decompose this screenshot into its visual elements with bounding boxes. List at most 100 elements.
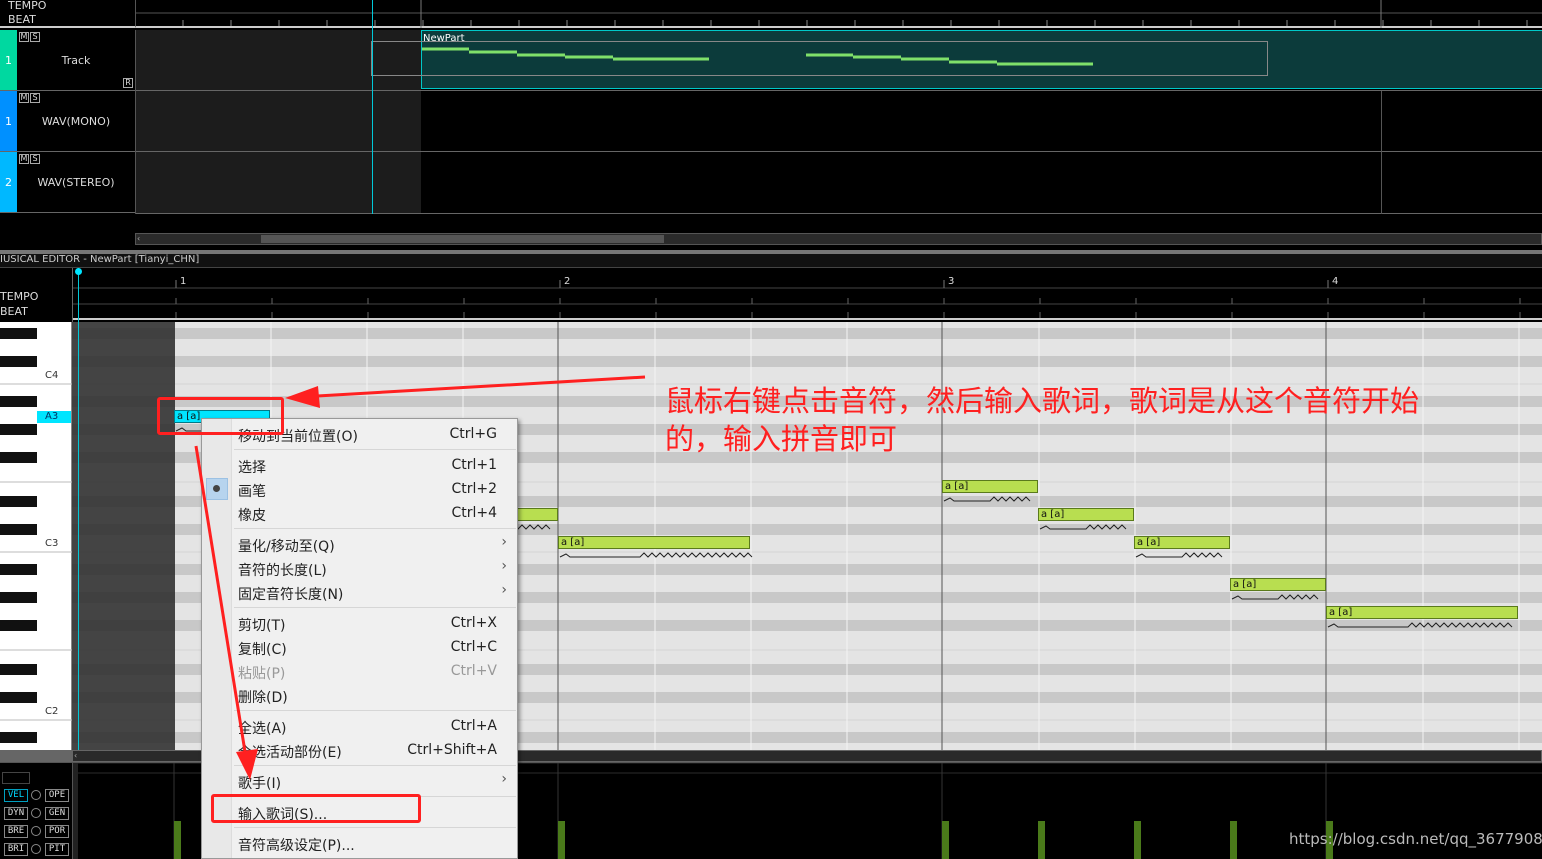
piano-keys [0,328,72,743]
pit-button[interactable]: PIT [45,843,69,856]
editor-beat-label: BEAT [0,305,28,318]
note[interactable]: a [a] [1230,578,1326,591]
key-label-c4: C4 [45,370,59,381]
note[interactable]: a [a] [1134,536,1230,549]
menu-item-pen[interactable]: 画笔 Ctrl+2 [202,477,517,501]
vel-button[interactable]: VEL [4,789,28,802]
menu-separator [234,528,516,529]
menu-item-cut[interactable]: 剪切(T) Ctrl+X [202,611,517,635]
por-button[interactable]: POR [45,825,69,838]
arrange-ruler-ticks [136,0,1542,28]
editor-header-left: TEMPO BEAT [0,268,72,323]
eye-icon[interactable] [31,826,41,836]
eye-icon[interactable] [31,844,41,854]
scroll-left-icon[interactable]: ‹ [137,235,146,243]
menu-item-select[interactable]: 选择 Ctrl+1 [202,453,517,477]
scroll-left-icon[interactable]: ‹ [74,752,83,760]
submenu-arrow-icon: › [501,558,507,574]
solo-button[interactable]: S [30,93,40,103]
arrange-ruler[interactable] [135,0,1542,28]
scrollbar-thumb[interactable] [261,235,664,243]
eye-icon[interactable] [31,808,41,818]
annotation-text: 鼠标右键点击音符，然后输入歌词，歌词是从这个音符开始 的，输入拼音即可 [665,382,1535,458]
measure-number: 2 [564,276,571,287]
radio-dot-icon [213,485,220,492]
menu-item-note-length[interactable]: 音符的长度(L) › [202,556,517,580]
editor-title-bar: IUSICAL EDITOR - NewPart [Tianyi_CHN] [0,254,1542,268]
mute-button[interactable]: M [19,154,29,164]
menu-separator [234,607,516,608]
piano-keyboard[interactable]: C4 A3 C3 C2 [0,322,72,750]
arrange-playhead[interactable] [372,0,373,232]
menu-item-singer[interactable]: 歌手(I) › [202,769,517,793]
mute-button[interactable]: M [19,32,29,42]
note[interactable]: a [a] [558,536,750,549]
menu-separator [234,827,516,828]
menu-item-quantize[interactable]: 量化/移动至(Q) › [202,532,517,556]
arrange-header: TEMPO BEAT [0,0,135,28]
menu-item-copy[interactable]: 复制(C) Ctrl+C [202,635,517,659]
editor-ruler[interactable]: 1 2 3 4 [72,268,1542,322]
lane-divider [136,151,1542,152]
note[interactable]: a [a] [1038,508,1134,521]
annotation-line-2: 的，输入拼音即可 [665,422,898,456]
measure-number: 4 [1332,276,1339,287]
menu-separator [234,449,516,450]
note[interactable]: a [a] [1326,606,1518,619]
editor-ruler-ticks [73,280,1542,320]
track-name: WAV(STEREO) [37,176,115,189]
mute-solo-group: M S [19,32,40,42]
submenu-arrow-icon: › [501,534,507,550]
menu-separator [234,765,516,766]
submenu-arrow-icon: › [501,771,507,787]
pre-roll-shade [72,322,175,750]
ope-button[interactable]: OPE [45,789,69,802]
record-button[interactable]: R [123,78,133,88]
context-menu: 移动到当前位置(O) Ctrl+G 选择 Ctrl+1 画笔 Ctrl+2 橡皮 Ctr… [201,418,518,859]
highlight-box-input-lyrics [211,794,421,823]
measure-number: 3 [948,276,955,287]
menu-separator [234,710,516,711]
submenu-arrow-icon: › [501,582,507,598]
editor-tempo-label: TEMPO [0,290,39,303]
menu-item-select-all-active[interactable]: 全选活动部份(E) Ctrl+Shift+A [202,738,517,762]
bri-button[interactable]: BRI [4,843,28,856]
track-header-3[interactable]: 2 M S WAV(STEREO) [0,152,135,213]
solo-button[interactable]: S [30,32,40,42]
editor-title: IUSICAL EDITOR - NewPart [Tianyi_CHN] [0,254,200,265]
key-label-c3: C3 [45,538,59,549]
menu-item-eraser[interactable]: 橡皮 Ctrl+4 [202,501,517,525]
track-name: WAV(MONO) [41,115,111,128]
note[interactable]: a [a] [942,480,1038,493]
bre-button[interactable]: BRE [4,825,28,838]
control-lane-top-box [2,772,30,784]
solo-button[interactable]: S [30,154,40,164]
eye-icon[interactable] [31,790,41,800]
mute-button[interactable]: M [19,93,29,103]
track-lanes[interactable]: NewPart [135,30,1542,214]
menu-item-fixed-length[interactable]: 固定音符长度(N) › [202,580,517,604]
key-label-c2: C2 [45,706,59,717]
arrange-tempo-label: TEMPO [8,0,47,12]
annotation-line-1: 鼠标右键点击音符，然后输入歌词，歌词是从这个音符开始 [665,384,1420,418]
track-number: 1 [0,91,17,151]
menu-item-select-all[interactable]: 全选(A) Ctrl+A [202,714,517,738]
track-header-2[interactable]: 1 M S WAV(MONO) [0,91,135,152]
highlight-box-note [157,397,284,435]
menu-item-paste: 粘贴(P) Ctrl+V [238,663,497,682]
menu-item-delete[interactable]: 删除(D) [202,683,517,707]
gen-button[interactable]: GEN [45,807,69,820]
playhead-marker [75,268,82,275]
arrange-beat-label: BEAT [8,13,36,26]
track-name: Track [61,54,91,67]
dyn-button[interactable]: DYN [4,807,28,820]
watermark: https://blog.csdn.net/qq_36779082 [1289,830,1542,848]
track-header-1[interactable]: 1 M S Track R [0,30,135,91]
mute-solo-group: M S [19,154,40,164]
track-number: 2 [0,152,17,212]
editor-scrollbar-corner [0,750,72,762]
menu-item-note-advanced[interactable]: 音符高级设定(P)... [202,831,517,855]
arrange-horizontal-scrollbar[interactable]: ‹ [135,233,1542,245]
key-label-a3: A3 [45,411,59,422]
track-number: 1 [0,30,17,90]
